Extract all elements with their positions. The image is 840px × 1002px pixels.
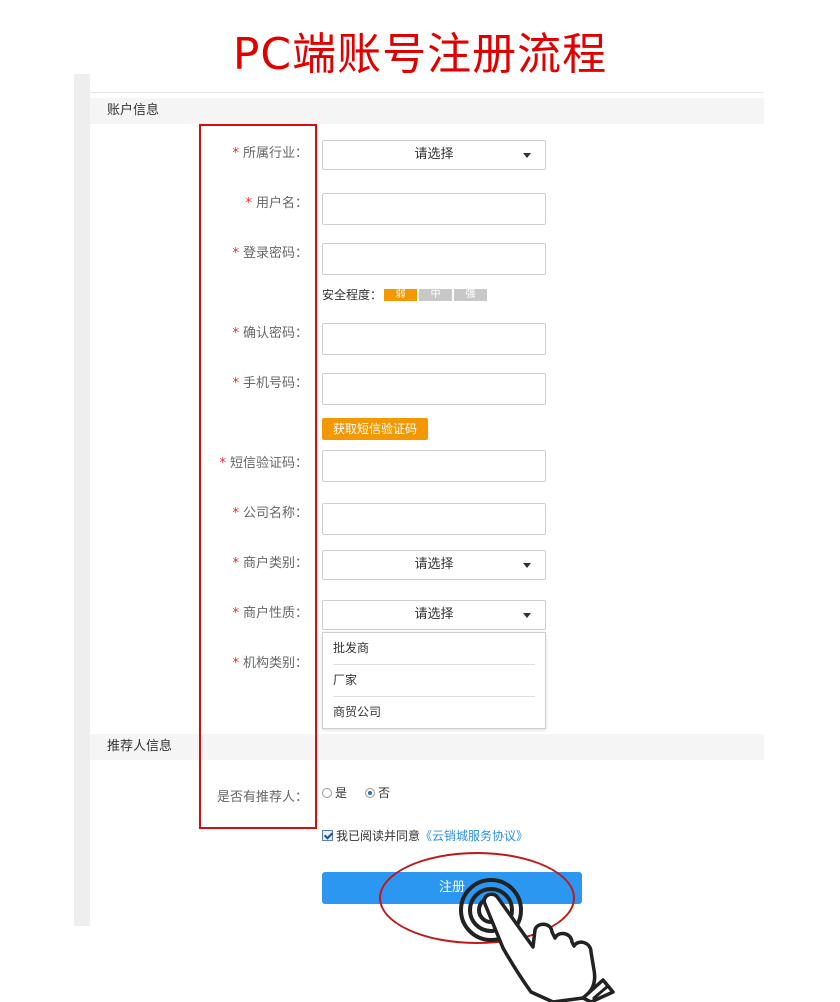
company-name-input[interactable] (322, 503, 546, 535)
industry-select[interactable]: 请选择 (322, 140, 546, 170)
phone-input[interactable] (322, 373, 546, 405)
dropdown-option[interactable]: 批发商 (333, 633, 535, 665)
merchant-category-select[interactable]: 请选择 (322, 550, 546, 580)
pointing-hand-icon (459, 878, 615, 1002)
dropdown-option[interactable]: 商贸公司 (333, 697, 535, 728)
sms-code-input[interactable] (322, 450, 546, 482)
chevron-down-icon (523, 563, 531, 568)
password-input[interactable] (322, 243, 546, 275)
chevron-down-icon (523, 613, 531, 618)
annotation-highlight-rect (199, 124, 317, 829)
username-input[interactable] (322, 193, 546, 225)
section-header-account-info: 账户信息 (90, 98, 764, 124)
dropdown-option[interactable]: 厂家 (333, 665, 535, 697)
agreement-checkbox[interactable] (322, 830, 333, 841)
referrer-radio-group: 是 否 (322, 784, 390, 801)
strength-label: 安全程度： (322, 288, 383, 302)
merchant-nature-select[interactable]: 请选择 (322, 600, 546, 630)
page-title: PC端账号注册流程 (232, 29, 608, 80)
agreement-link[interactable]: 《云销城服务协议》 (420, 827, 528, 844)
password-strength-meter: 安全程度： 弱 中 强 (322, 286, 488, 303)
get-sms-code-button[interactable]: 获取短信验证码 (322, 418, 428, 440)
confirm-password-input[interactable] (322, 323, 546, 355)
strength-medium: 中 (419, 288, 453, 301)
agreement-text: 我已阅读并同意 (336, 829, 421, 843)
radio-yes-label: 是 (335, 786, 348, 800)
merchant-nature-dropdown: 批发商 厂家 商贸公司 (322, 632, 546, 729)
strength-strong: 强 (454, 288, 488, 301)
section-header-referrer-info: 推荐人信息 (90, 734, 764, 760)
chevron-down-icon (523, 153, 531, 158)
strength-weak: 弱 (384, 288, 418, 301)
radio-no-label: 否 (378, 786, 391, 800)
radio-yes[interactable] (322, 787, 332, 798)
agreement-row: 我已阅读并同意 《云销城服务协议》 (322, 827, 528, 844)
top-strip (90, 74, 764, 93)
radio-no[interactable] (365, 787, 376, 798)
